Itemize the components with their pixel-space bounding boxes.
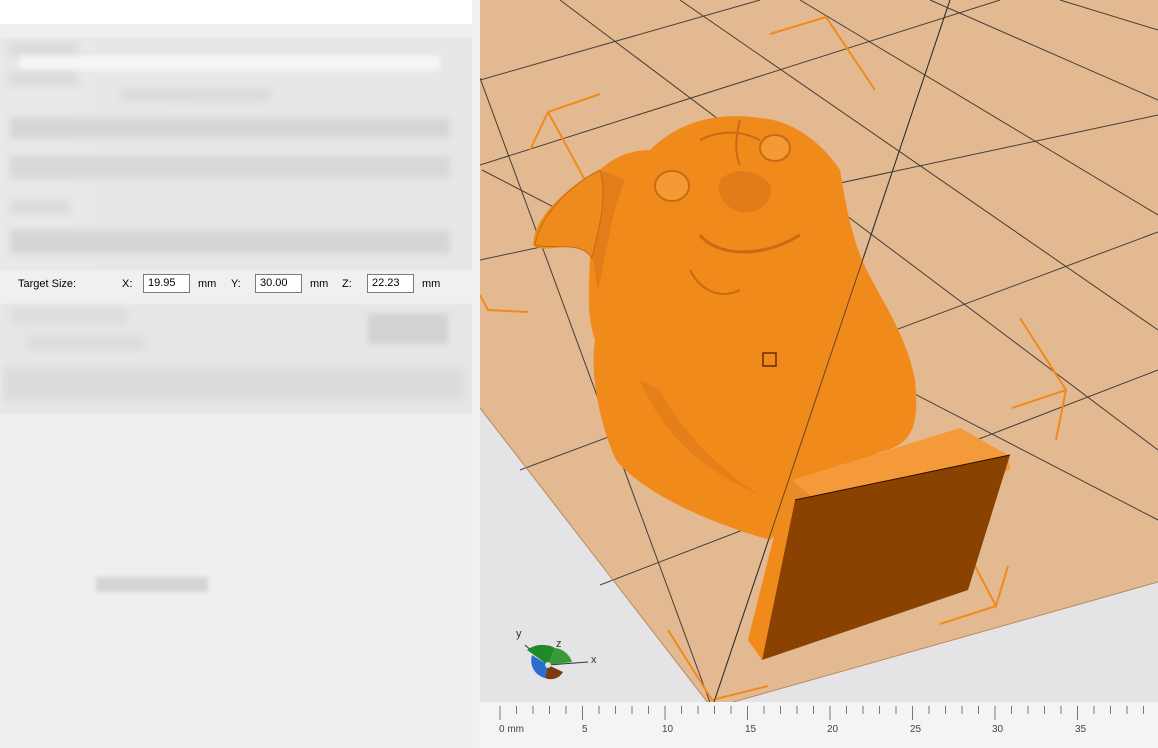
target-size-label: Target Size:	[18, 278, 77, 290]
target-size-row: Target Size: X: 19.95 mm Y: 30.00 mm Z: …	[0, 272, 472, 296]
obscured-settings-region	[0, 38, 476, 270]
target-z-input[interactable]: 22.23	[367, 274, 414, 293]
target-x-input[interactable]: 19.95	[143, 274, 190, 293]
obscured-text	[8, 72, 78, 86]
axis-y-label: y	[516, 628, 522, 640]
settings-panel: Target Size: X: 19.95 mm Y: 30.00 mm Z: …	[0, 0, 476, 748]
z-label: Z:	[342, 278, 352, 290]
target-y-input[interactable]: 30.00	[255, 274, 302, 293]
obscured-text	[96, 577, 208, 592]
panel-header-strip	[0, 0, 472, 24]
obscured-options-region	[0, 304, 476, 414]
ruler-label: 15	[745, 724, 757, 735]
horizontal-ruler: 0 mm 5 10 15 20 25 30 35	[480, 702, 1158, 748]
ruler-label: 10	[662, 724, 674, 735]
obscured-text	[10, 230, 450, 254]
z-unit: mm	[422, 278, 441, 290]
obscured-text	[8, 42, 78, 56]
ruler-label: 25	[910, 724, 922, 735]
obscured-button[interactable]	[368, 314, 448, 344]
y-unit: mm	[310, 278, 329, 290]
y-label: Y:	[231, 278, 241, 290]
obscured-text	[10, 200, 70, 214]
ruler-label: 0 mm	[499, 724, 524, 735]
obscured-text	[12, 308, 126, 324]
ruler-label: 30	[992, 724, 1004, 735]
3d-viewport[interactable]: y z x	[480, 0, 1158, 748]
ruler-label: 5	[582, 724, 588, 735]
obscured-text	[10, 118, 450, 138]
x-unit: mm	[198, 278, 217, 290]
obscured-text	[4, 368, 464, 400]
obscured-text	[10, 156, 450, 178]
obscured-text	[20, 56, 440, 70]
axis-x-label: x	[591, 654, 597, 666]
ruler-label: 35	[1075, 724, 1087, 735]
x-label: X:	[122, 278, 133, 290]
axis-z-label: z	[556, 638, 562, 650]
ruler-label: 20	[827, 724, 839, 735]
obscured-text	[28, 336, 144, 350]
splitter[interactable]	[472, 0, 480, 748]
obscured-text	[120, 88, 270, 102]
